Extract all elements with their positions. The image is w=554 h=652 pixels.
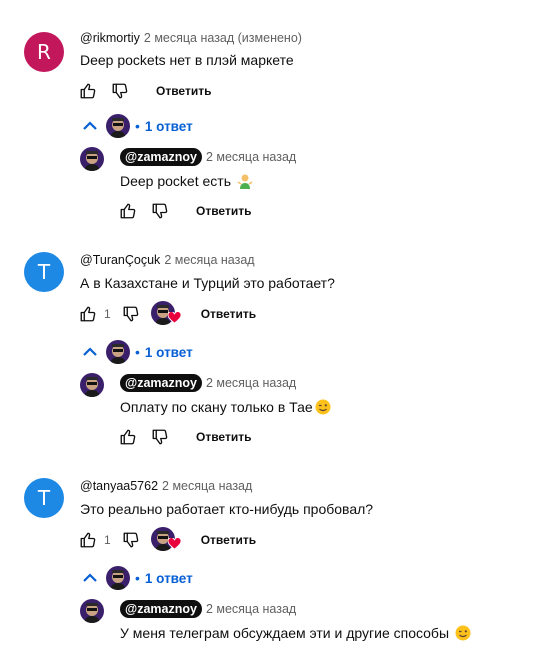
- avatar[interactable]: R: [24, 32, 64, 72]
- like-count: 1: [104, 533, 111, 547]
- reply-actions: Ответить: [118, 199, 251, 223]
- reply-author-badge[interactable]: @zamaznoy: [120, 374, 202, 392]
- like-icon[interactable]: [78, 81, 98, 101]
- reply-author-badge[interactable]: @zamaznoy: [120, 148, 202, 166]
- chevron-up-icon: [82, 120, 98, 132]
- dislike-icon[interactable]: [150, 201, 170, 221]
- comment-author[interactable]: @TuranÇoçuk: [80, 253, 160, 267]
- winking-face-emoji: [315, 399, 331, 415]
- comment-text: А в Казахстане и Турций это работает?: [80, 275, 335, 291]
- comment-time[interactable]: 2 месяца назад (изменено): [144, 31, 302, 45]
- avatar[interactable]: [80, 599, 104, 623]
- reply-button[interactable]: Ответить: [196, 204, 251, 218]
- dislike-icon[interactable]: [150, 427, 170, 447]
- winking-face-emoji: [455, 625, 471, 641]
- like-icon[interactable]: [78, 530, 98, 550]
- comment-author[interactable]: @tanyaa5762: [80, 479, 158, 493]
- comment-author[interactable]: @rikmortiy: [80, 31, 140, 45]
- avatar[interactable]: T: [24, 252, 64, 292]
- replies-count: 1 ответ: [144, 344, 193, 360]
- avatar: [106, 340, 130, 364]
- replies-toggle[interactable]: • 1 ответ: [82, 339, 193, 365]
- comment-text: Это реально работает кто-нибудь пробовал…: [80, 501, 374, 517]
- reply-button[interactable]: Ответить: [196, 430, 251, 444]
- like-icon[interactable]: [118, 201, 138, 221]
- comment-header: @TuranÇoçuk 2 месяца назад: [80, 253, 255, 267]
- reply-button[interactable]: Ответить: [201, 533, 256, 547]
- separator-dot: •: [135, 118, 140, 134]
- avatar: [106, 114, 130, 138]
- like-icon[interactable]: [118, 427, 138, 447]
- chevron-up-icon: [82, 572, 98, 584]
- replies-count: 1 ответ: [144, 118, 193, 134]
- like-icon[interactable]: [78, 304, 98, 324]
- separator-dot: •: [135, 570, 140, 586]
- replies-toggle[interactable]: • 1 ответ: [82, 113, 193, 139]
- heart-icon: [167, 311, 182, 329]
- comment-header: @rikmortiy 2 месяца назад (изменено): [80, 31, 302, 45]
- creator-heart: [150, 527, 182, 553]
- replies-toggle[interactable]: • 1 ответ: [82, 565, 193, 591]
- comment-actions: Ответить: [78, 79, 211, 103]
- reply-button[interactable]: Ответить: [201, 307, 256, 321]
- avatar[interactable]: T: [24, 478, 64, 518]
- comment-time[interactable]: 2 месяца назад: [206, 150, 296, 164]
- replies-count: 1 ответ: [144, 570, 193, 586]
- dislike-icon[interactable]: [110, 81, 130, 101]
- comment-actions: 1 Ответить: [78, 301, 256, 327]
- separator-dot: •: [135, 344, 140, 360]
- reply-text: Deep pocket есть: [120, 173, 253, 189]
- creator-heart: [150, 301, 182, 327]
- comment-time[interactable]: 2 месяца назад: [206, 376, 296, 390]
- comment-time[interactable]: 2 месяца назад: [164, 253, 254, 267]
- reply-text: У меня телеграм обсуждаем эти и другие с…: [120, 625, 471, 641]
- chevron-up-icon: [82, 346, 98, 358]
- reply-header: @zamaznoy 2 месяца назад: [120, 374, 296, 392]
- comment-text: Deep pockets нет в плэй маркете: [80, 52, 294, 68]
- dislike-icon[interactable]: [121, 530, 141, 550]
- reply-actions: Ответить: [118, 425, 251, 449]
- like-count: 1: [104, 307, 111, 321]
- reply-text: Оплату по скану только в Тае: [120, 399, 331, 415]
- person-shrugging-emoji: [237, 173, 253, 189]
- dislike-icon[interactable]: [121, 304, 141, 324]
- comment-time[interactable]: 2 месяца назад: [206, 602, 296, 616]
- comment-time[interactable]: 2 месяца назад: [162, 479, 252, 493]
- heart-icon: [167, 537, 182, 555]
- reply-author-badge[interactable]: @zamaznoy: [120, 600, 202, 618]
- reply-button[interactable]: Ответить: [156, 84, 211, 98]
- reply-header: @zamaznoy 2 месяца назад: [120, 148, 296, 166]
- avatar: [106, 566, 130, 590]
- comment-actions: 1 Ответить: [78, 527, 256, 553]
- avatar[interactable]: [80, 147, 104, 171]
- comment-header: @tanyaa5762 2 месяца назад: [80, 479, 252, 493]
- avatar[interactable]: [80, 373, 104, 397]
- reply-header: @zamaznoy 2 месяца назад: [120, 600, 296, 618]
